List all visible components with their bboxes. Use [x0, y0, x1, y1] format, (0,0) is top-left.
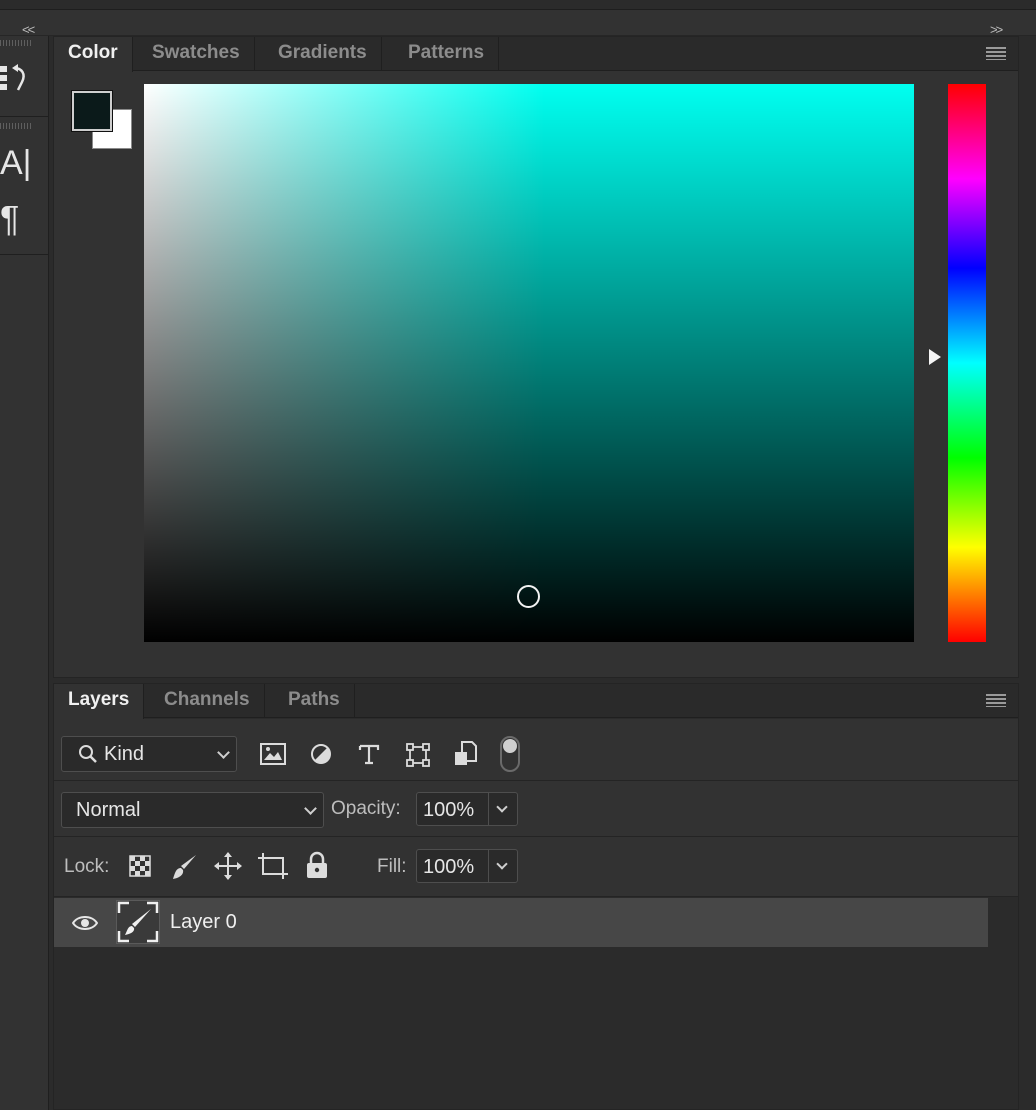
chevron-down-icon[interactable] [496, 858, 508, 870]
layer-filter-row: Kind [54, 719, 1018, 781]
lock-transparent-pixels-icon[interactable] [129, 855, 151, 882]
hue-slider-handle[interactable] [929, 349, 941, 366]
foreground-color-swatch[interactable] [71, 90, 113, 132]
layer-thumbnail[interactable] [116, 900, 160, 944]
filter-toggle[interactable] [500, 736, 520, 772]
color-field[interactable] [144, 84, 914, 642]
smart-object-filter-icon[interactable] [454, 741, 478, 772]
lock-image-pixels-icon[interactable] [172, 853, 198, 886]
color-tab-bar: Color Swatches Gradients Patterns [54, 37, 1018, 72]
left-tool-strip: A| ¶ [0, 36, 49, 1110]
layer-name: Layer 0 [170, 911, 237, 933]
layers-panel: Layers Channels Paths Kind Normal Opacit… [53, 683, 1019, 1110]
collapse-right-icon[interactable]: >> [990, 22, 1003, 37]
tab-gradients[interactable]: Gradients [264, 37, 382, 71]
adjustment-layer-filter-icon[interactable] [310, 743, 332, 770]
tab-color[interactable]: Color [54, 37, 133, 72]
filter-kind-label: Kind [104, 743, 145, 765]
chevron-down-icon [304, 802, 317, 815]
tab-swatches[interactable]: Swatches [138, 37, 255, 71]
tab-patterns[interactable]: Patterns [394, 37, 500, 71]
hue-slider[interactable] [948, 84, 986, 642]
lock-row: Lock: Fill: 100% [54, 837, 1018, 897]
toggle-knob [503, 739, 517, 753]
grip-handle[interactable] [0, 40, 32, 46]
grip-handle[interactable] [0, 123, 32, 129]
blend-mode-value: Normal [76, 799, 141, 821]
chevron-down-icon[interactable] [496, 801, 508, 813]
collapse-left-icon[interactable]: << [22, 22, 35, 37]
lock-all-icon[interactable] [306, 851, 328, 884]
history-icon[interactable] [0, 62, 30, 103]
lock-position-icon[interactable] [214, 852, 242, 885]
filter-kind-dropdown[interactable]: Kind [61, 736, 237, 772]
fill-label: Fill: [377, 856, 407, 877]
eye-icon[interactable] [71, 914, 99, 937]
fill-field[interactable]: 100% [416, 849, 518, 883]
top-bar [0, 0, 1036, 10]
panel-collapse-strip: << >> [0, 10, 1036, 37]
opacity-label: Opacity: [331, 798, 401, 819]
tab-paths[interactable]: Paths [274, 684, 355, 718]
character-icon[interactable]: A| [0, 144, 32, 183]
fill-value: 100% [423, 856, 475, 878]
shape-layer-filter-icon[interactable] [406, 743, 430, 772]
chevron-down-icon [217, 746, 230, 759]
pixel-layer-filter-icon[interactable] [260, 743, 286, 770]
layer-row[interactable]: Layer 0 [54, 898, 988, 947]
color-picker-handle[interactable] [517, 585, 540, 609]
lock-label: Lock: [64, 856, 110, 877]
tab-channels[interactable]: Channels [150, 684, 265, 718]
paragraph-icon[interactable]: ¶ [0, 198, 19, 240]
layers-tab-bar: Layers Channels Paths [54, 684, 1018, 719]
blend-mode-dropdown[interactable]: Normal [61, 792, 324, 828]
panel-menu-icon[interactable] [986, 47, 1006, 60]
lock-artboard-icon[interactable] [258, 853, 288, 884]
blend-row: Normal Opacity: 100% [54, 781, 1018, 837]
type-layer-filter-icon[interactable] [358, 743, 380, 770]
tab-layers[interactable]: Layers [54, 684, 145, 719]
panel-menu-icon[interactable] [986, 694, 1006, 707]
opacity-value: 100% [423, 799, 475, 821]
opacity-field[interactable]: 100% [416, 792, 518, 826]
color-panel: Color Swatches Gradients Patterns [53, 36, 1019, 678]
search-icon [78, 744, 98, 770]
